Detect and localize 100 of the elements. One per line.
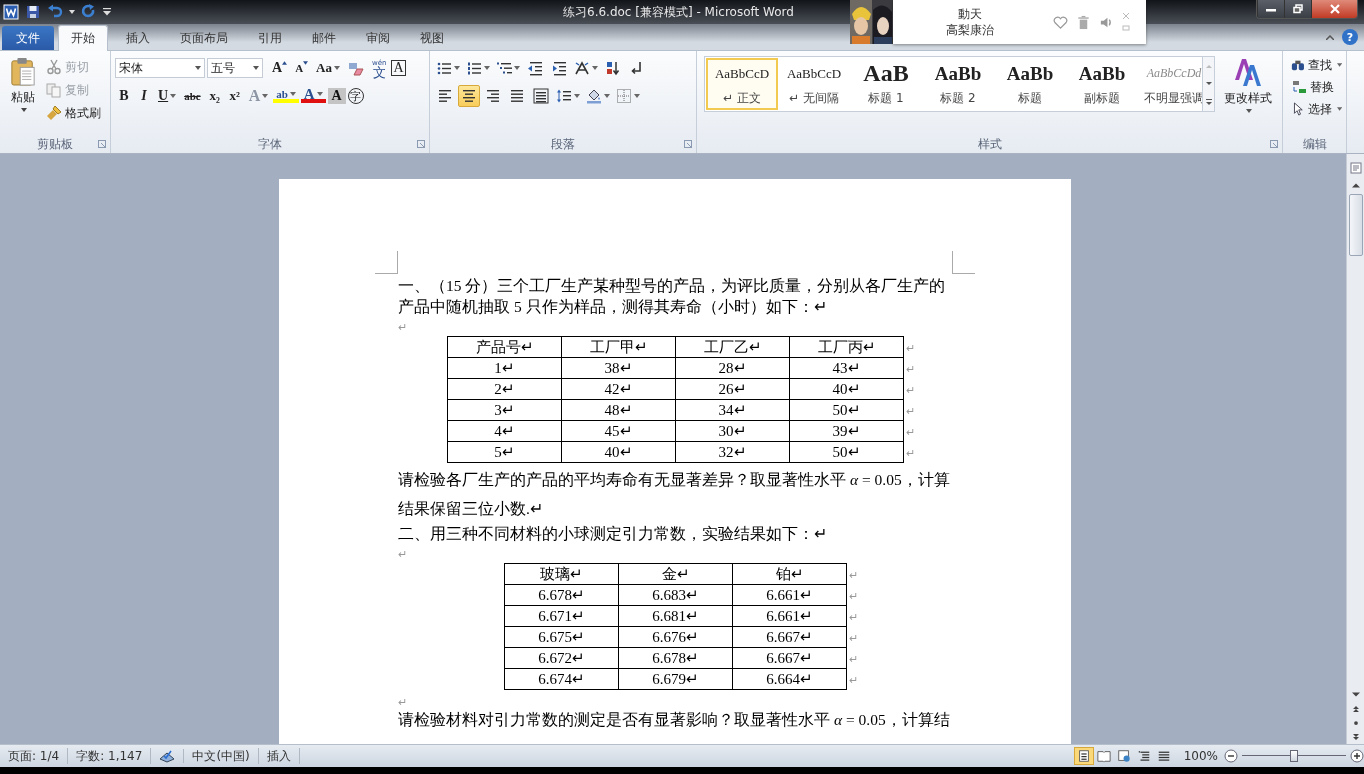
minimize-button[interactable] xyxy=(1257,0,1284,18)
numbered-list-icon xyxy=(466,60,482,76)
caret-icon xyxy=(454,66,460,70)
paragraph: 一、（15 分）三个工厂生产某种型号的产品，为评比质量，分别从各厂生产的产品中随机抽取 5 只作为样品，测得其寿命（小时）如下：↵ xyxy=(398,276,947,317)
ribbon-tab[interactable]: 审阅 xyxy=(354,26,402,50)
change-case-button[interactable]: Aa xyxy=(313,58,343,78)
subscript-button[interactable]: x₂ xyxy=(205,86,224,106)
close-button[interactable] xyxy=(1311,0,1357,18)
ribbon-tab[interactable]: 视图 xyxy=(408,26,456,50)
ribbon-tab[interactable]: 插入 xyxy=(114,26,162,50)
bold-button[interactable]: B xyxy=(115,86,133,106)
table-cell: 43↵ xyxy=(789,357,904,379)
select-button[interactable]: 选择 xyxy=(1291,99,1342,119)
save-icon[interactable] xyxy=(25,4,41,20)
table-cell: 2↵ xyxy=(447,378,562,400)
table-cell: 6.683↵ xyxy=(618,584,733,606)
grow-font-button[interactable]: A xyxy=(269,58,291,78)
align-right-icon xyxy=(485,88,501,104)
paste-button[interactable]: 粘贴 xyxy=(4,55,42,135)
copy-icon xyxy=(46,82,62,98)
book-icon xyxy=(1096,749,1111,763)
ribbon-tab[interactable]: 邮件 xyxy=(300,26,348,50)
table-cell: 34↵ xyxy=(675,399,790,421)
scrollbar-thumb[interactable] xyxy=(1348,194,1363,256)
underline-button[interactable]: U xyxy=(155,86,180,106)
font-size-field[interactable]: 五号 xyxy=(207,58,263,78)
distribute-button[interactable] xyxy=(530,85,552,107)
print-layout-button[interactable] xyxy=(1073,747,1094,765)
style-item[interactable]: AaBb 标题 xyxy=(994,58,1066,110)
style-item[interactable]: AaBb 标题 2 xyxy=(922,58,994,110)
style-item[interactable]: AaBbCcD ↵ 无间隔 xyxy=(778,58,850,110)
strikethrough-button[interactable]: abc xyxy=(181,86,204,106)
ribbon-tab[interactable]: 文件 xyxy=(2,26,54,50)
table-cell: 39↵ xyxy=(789,420,904,442)
group-label: 样式 xyxy=(977,135,1002,153)
redo-icon[interactable] xyxy=(81,4,97,20)
style-item[interactable]: AaBb 副标题 xyxy=(1066,58,1138,110)
find-button[interactable]: 查找 xyxy=(1291,55,1342,75)
restore-icon xyxy=(1291,4,1305,14)
zoom-out-icon[interactable] xyxy=(1224,749,1238,763)
character-shading-button[interactable]: A xyxy=(327,88,346,104)
ribbon-tab[interactable]: 页面布局 xyxy=(168,26,240,50)
change-styles-button[interactable]: 更改样式 xyxy=(1218,56,1278,135)
table-cell: 4↵ xyxy=(447,420,562,442)
row-end-mark: ↵ xyxy=(849,610,858,623)
table-cell: 42↵ xyxy=(561,378,676,400)
style-item[interactable]: AaB 标题 1 xyxy=(850,58,922,110)
clipboard-icon xyxy=(10,57,36,87)
page-count[interactable]: 页面: 1/4 xyxy=(0,748,69,764)
window-title: 练习6.6.doc [兼容模式] - Microsoft Word xyxy=(563,4,794,21)
shrink-font-button[interactable]: A xyxy=(292,58,312,78)
superscript-button[interactable]: x² xyxy=(225,86,244,106)
table-cell: 6.661↵ xyxy=(732,605,847,627)
collapse-ribbon-icon[interactable] xyxy=(1326,35,1334,40)
table-cell: 40↵ xyxy=(789,378,904,400)
highlight-button[interactable]: ab xyxy=(273,89,299,103)
style-item[interactable]: AaBbCcD ↵ 正文 xyxy=(706,58,778,110)
undo-icon[interactable] xyxy=(47,4,63,20)
up-caret-icon xyxy=(282,61,288,65)
zoom-level[interactable]: 100% xyxy=(1183,749,1218,763)
character-border-button[interactable]: A xyxy=(391,60,406,76)
row-end-mark: ↵ xyxy=(849,589,858,602)
corner-mark xyxy=(952,251,975,274)
justify-icon xyxy=(509,88,525,104)
brush-icon xyxy=(46,105,62,121)
indent-icon xyxy=(551,60,567,76)
ribbon-tab[interactable]: 开始 xyxy=(58,25,108,51)
table-cell: 6.672↵ xyxy=(504,647,619,669)
caret-icon[interactable] xyxy=(69,10,75,14)
word-count[interactable]: 字数: 1,147 xyxy=(68,748,152,764)
row-end-mark: ↵ xyxy=(849,673,858,686)
customize-menu-icon[interactable] xyxy=(103,8,111,16)
table-cell: 45↵ xyxy=(561,420,676,442)
insert-mode-indicator[interactable]: 插入 xyxy=(258,748,300,764)
cursor-icon xyxy=(1291,101,1305,117)
table-cell: 38↵ xyxy=(561,357,676,379)
globe-page-icon xyxy=(1116,749,1131,763)
align-center-button[interactable] xyxy=(458,85,480,107)
zoom-slider-thumb[interactable] xyxy=(1290,750,1298,762)
format-painter-button[interactable]: 格式刷 xyxy=(46,103,101,123)
group-label: 编辑 xyxy=(1302,135,1327,153)
language-indicator[interactable]: 中文(中国) xyxy=(184,748,259,764)
app-icon[interactable] xyxy=(3,4,19,20)
replace-button[interactable]: 替换 xyxy=(1291,77,1342,97)
double-down-arrow-icon xyxy=(1351,734,1360,740)
heart-icon[interactable] xyxy=(1053,14,1068,30)
caret-icon xyxy=(1336,107,1342,111)
help-button[interactable]: ? xyxy=(1342,29,1358,45)
restore-button[interactable] xyxy=(1284,0,1311,18)
song-title: 動天 xyxy=(958,6,982,22)
italic-button[interactable]: I xyxy=(135,86,153,106)
asian-layout-icon xyxy=(574,60,590,76)
ribbon-tab[interactable]: 引用 xyxy=(246,26,294,50)
table-cell: 6.667↵ xyxy=(732,647,847,669)
up-arrow-icon xyxy=(1351,182,1360,188)
font-name-field[interactable]: 宋体 xyxy=(115,58,205,78)
table-cell: 6.661↵ xyxy=(732,584,847,606)
caret-icon xyxy=(592,66,598,70)
ruler-toggle-icon[interactable] xyxy=(1349,162,1362,174)
zoom-in-icon[interactable] xyxy=(1350,749,1364,763)
